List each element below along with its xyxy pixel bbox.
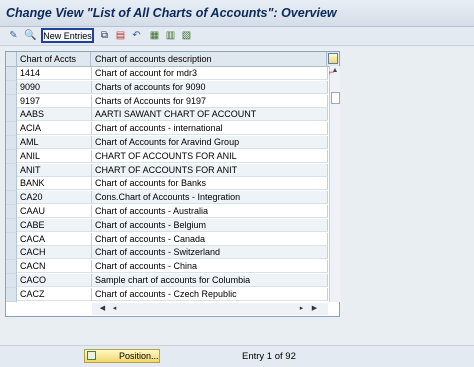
cell-chart-of-accts[interactable]: CACN [17,260,92,274]
row-selector[interactable] [6,191,17,206]
cell-description[interactable]: Charts of accounts for 9090 [92,80,328,94]
cell-chart-of-accts[interactable]: CACZ [17,287,92,301]
table-row[interactable]: CACH Chart of accounts - Switzerland [6,246,328,261]
scroll-right-icon[interactable]: ▸ [297,304,306,314]
row-selector[interactable] [6,136,17,150]
cell-chart-of-accts[interactable]: CAAU [17,205,92,218]
copy-icon[interactable]: ⧉ [98,29,111,42]
table-row[interactable]: AABS AARTI SAWANT CHART OF ACCOUNT [6,108,328,123]
table-row[interactable]: ANIL CHART OF ACCOUNTS FOR ANIL [6,149,328,164]
table-header: Chart of Accts Chart of accounts descrip… [6,52,339,67]
position-button-label: Position... [119,351,159,361]
table-row[interactable]: 9197 Charts of Accounts for 9197 [6,94,328,109]
row-selector[interactable] [6,80,17,95]
scroll-left-icon[interactable]: ◂ [110,304,119,314]
cell-description[interactable]: Chart of Accounts for Aravind Group [92,136,328,149]
undo-icon[interactable]: ↶ [130,29,143,42]
cell-description[interactable]: AARTI SAWANT CHART OF ACCOUNT [92,108,328,122]
cell-chart-of-accts[interactable]: ANIL [17,149,92,163]
table-row[interactable]: 1414 Chart of account for mdr3 [6,67,328,81]
deselect-all-icon[interactable]: ▧ [180,29,193,42]
table-row[interactable]: CACA Chart of accounts - Canada [6,232,328,247]
table-row[interactable]: AML Chart of Accounts for Aravind Group [6,136,328,150]
cell-chart-of-accts[interactable]: AABS [17,108,92,122]
select-block-icon[interactable]: ▥ [164,29,177,42]
position-button[interactable]: Position... [84,349,160,363]
cell-chart-of-accts[interactable]: CA20 [17,191,92,205]
cell-chart-of-accts[interactable]: CACO [17,274,92,287]
row-selector[interactable] [6,246,17,261]
window-title: Change View "List of All Charts of Accou… [6,6,337,20]
cell-chart-of-accts[interactable]: 9090 [17,80,92,94]
cell-chart-of-accts[interactable]: BANK [17,177,92,191]
position-icon [87,351,96,360]
delete-icon[interactable]: ▤ [114,29,127,42]
scroll-left-end-icon[interactable]: ◀ [98,304,107,314]
cell-description[interactable]: Chart of accounts - China [92,260,328,274]
cell-description[interactable]: CHART OF ACCOUNTS FOR ANIT [92,163,328,177]
row-selector[interactable] [6,94,17,109]
row-selector[interactable] [6,149,17,164]
cell-description[interactable]: CHART OF ACCOUNTS FOR ANIL [92,149,328,163]
cell-description[interactable]: Chart of accounts - Canada [92,232,328,246]
marker-icon: ⌐ [329,67,335,77]
footer-bar: Position... Entry 1 of 92 [0,345,474,367]
table-row[interactable]: CA20 Cons.Chart of Accounts - Integration [6,191,328,206]
row-selector[interactable] [6,122,17,137]
row-selector[interactable] [6,108,17,123]
table-row[interactable]: CACO Sample chart of accounts for Columbi… [6,274,328,288]
row-selector[interactable] [6,205,17,219]
table-row[interactable]: CABE Chart of accounts - Belgium [6,218,328,233]
cell-description[interactable]: Chart of accounts - Czech Republic [92,287,328,301]
table-row[interactable]: CACZ Chart of accounts - Czech Republic [6,287,328,302]
cell-chart-of-accts[interactable]: 9197 [17,94,92,108]
scrollbar-thumb[interactable] [331,92,340,104]
cell-description[interactable]: Chart of accounts for Banks [92,177,328,191]
column-header-description[interactable]: Chart of accounts description [92,52,327,66]
cell-chart-of-accts[interactable]: CACA [17,232,92,246]
display-change-icon[interactable]: ✎ [7,29,20,42]
new-entries-button[interactable]: New Entries [41,28,94,43]
cell-chart-of-accts[interactable]: ANIT [17,163,92,177]
cell-description[interactable]: Charts of Accounts for 9197 [92,94,328,108]
table-row[interactable]: 9090 Charts of accounts for 9090 [6,80,328,95]
cell-description[interactable]: Chart of accounts - Australia [92,205,328,218]
select-all-icon[interactable]: ▦ [148,29,161,42]
table-row[interactable]: BANK Chart of accounts for Banks [6,177,328,192]
table-row[interactable]: ANIT CHART OF ACCOUNTS FOR ANIT [6,163,328,178]
title-bar: Change View "List of All Charts of Accou… [0,0,474,27]
cell-description[interactable]: Cons.Chart of Accounts - Integration [92,191,328,205]
row-selector[interactable] [6,67,17,81]
horizontal-scrollbar[interactable]: ◀ ◂ ▸ ▶ [92,303,328,315]
application-toolbar: ✎ 🔍 New Entries ⧉ ▤ ↶ ▦ ▥ ▧ [0,27,474,46]
cell-chart-of-accts[interactable]: CACH [17,246,92,260]
details-icon[interactable]: 🔍 [24,29,37,42]
row-selector[interactable] [6,274,17,288]
cell-chart-of-accts[interactable]: CABE [17,218,92,232]
table-settings-icon[interactable] [328,53,338,64]
cell-description[interactable]: Sample chart of accounts for Columbia [92,274,328,287]
table-row[interactable]: ACIA Chart of accounts - international [6,122,328,137]
cell-chart-of-accts[interactable]: ACIA [17,122,92,136]
column-header-chart-of-accts[interactable]: Chart of Accts [17,52,91,66]
cell-description[interactable]: Chart of accounts - international [92,122,328,136]
entry-counter: Entry 1 of 92 [242,351,296,362]
cell-chart-of-accts[interactable]: AML [17,136,92,149]
table-row[interactable]: CACN Chart of accounts - China [6,260,328,275]
scroll-right-end-icon[interactable]: ▶ [310,304,319,314]
cell-description[interactable]: Chart of account for mdr3 [92,67,328,80]
row-selector[interactable] [6,232,17,247]
cell-description[interactable]: Chart of accounts - Belgium [92,218,328,232]
row-selector[interactable] [6,260,17,275]
row-selector[interactable] [6,287,17,302]
cell-description[interactable]: Chart of accounts - Switzerland [92,246,328,260]
select-all-cell[interactable] [6,52,17,66]
row-selector[interactable] [6,218,17,233]
cell-chart-of-accts[interactable]: 1414 [17,67,92,80]
table-row[interactable]: CAAU Chart of accounts - Australia [6,205,328,219]
row-selector[interactable] [6,163,17,178]
vertical-scrollbar[interactable]: ▲ [329,66,340,302]
accounts-table: Chart of Accts Chart of accounts descrip… [5,51,340,317]
row-selector[interactable] [6,177,17,192]
